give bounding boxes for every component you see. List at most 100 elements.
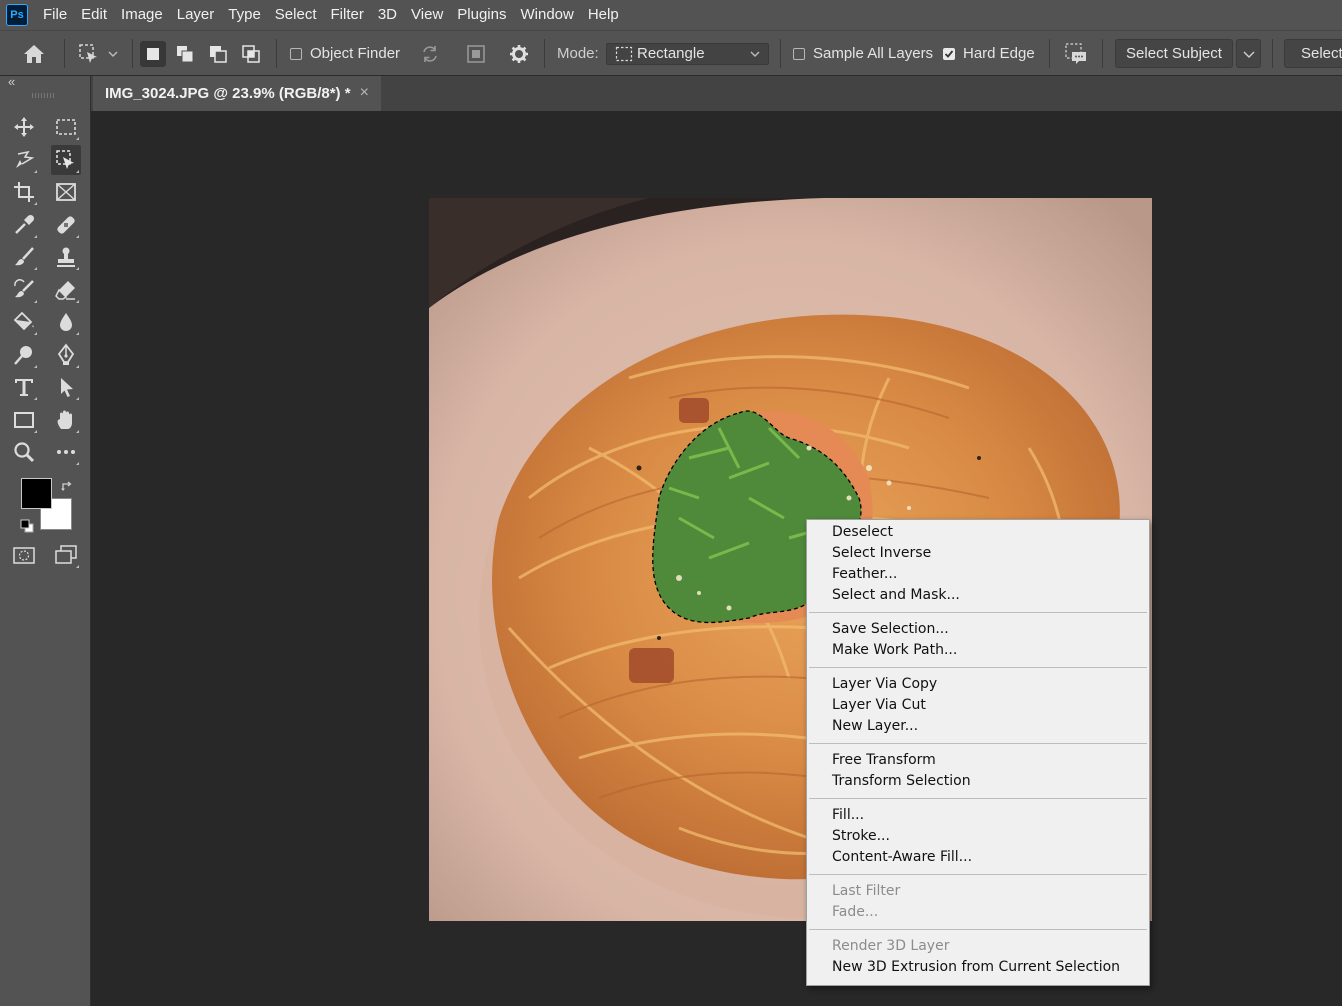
rect-marquee-tool[interactable]: [51, 112, 81, 142]
default-colors-button[interactable]: [20, 519, 34, 538]
object-selection-tool[interactable]: [51, 145, 81, 175]
paint-bucket-icon: [13, 311, 34, 331]
menu-image[interactable]: Image: [114, 0, 170, 30]
clone-stamp-icon: [57, 247, 75, 267]
pen-tool[interactable]: [51, 340, 81, 370]
swap-colors-button[interactable]: [61, 479, 73, 497]
menu-item-save-selection[interactable]: Save Selection...: [807, 619, 1149, 640]
history-brush-tool[interactable]: [9, 275, 39, 305]
select-subject-button[interactable]: Select Subject: [1115, 39, 1233, 68]
select-mask-button[interactable]: Select: [1284, 39, 1342, 68]
photoshop-logo-icon: Ps: [6, 4, 28, 26]
settings-button[interactable]: [509, 31, 529, 76]
object-selection-icon: [56, 150, 74, 169]
options-bar: Object Finder Mode: Rectangle Sample All…: [0, 30, 1342, 76]
eyedropper-tool[interactable]: [9, 210, 39, 240]
feedback-button[interactable]: [1064, 31, 1088, 76]
object-finder-toggle[interactable]: Object Finder: [290, 31, 400, 76]
sample-all-layers-toggle[interactable]: Sample All Layers: [793, 31, 933, 76]
menu-item-stroke[interactable]: Stroke...: [807, 826, 1149, 847]
hand-tool[interactable]: [51, 405, 81, 435]
clone-stamp-tool[interactable]: [51, 242, 81, 272]
healing-brush-tool[interactable]: [51, 210, 81, 240]
menu-item-deselect[interactable]: Deselect: [807, 522, 1149, 543]
sample-all-layers-checkbox[interactable]: [793, 47, 805, 60]
tool-flyout-indicator: [34, 202, 37, 205]
frame-tool[interactable]: [51, 177, 81, 207]
menu-item-new-layer[interactable]: New Layer...: [807, 716, 1149, 737]
menu-item-layer-via-copy[interactable]: Layer Via Copy: [807, 674, 1149, 695]
dodge-tool[interactable]: [9, 340, 39, 370]
quick-mask-button[interactable]: [9, 540, 39, 570]
brush-tool-icon: [15, 247, 34, 266]
move-tool[interactable]: [9, 112, 39, 142]
tool-preset-picker[interactable]: [78, 31, 118, 76]
type-tool[interactable]: [9, 372, 39, 402]
menu-item-make-work-path[interactable]: Make Work Path...: [807, 640, 1149, 661]
collapse-toolbox-button[interactable]: «: [8, 74, 15, 89]
lasso-tool[interactable]: [9, 145, 39, 175]
menu-separator: [809, 667, 1147, 668]
menu-edit[interactable]: Edit: [74, 0, 114, 30]
select-subject-options-button[interactable]: [1236, 39, 1261, 68]
menu-item-last-filter: Last Filter: [832, 883, 901, 899]
crop-tool[interactable]: [9, 177, 39, 207]
tool-flyout-indicator: [34, 365, 37, 368]
eraser-tool[interactable]: [51, 275, 81, 305]
more-tools-button[interactable]: [51, 437, 81, 467]
menu-item-layer-via-cut[interactable]: Layer Via Cut: [807, 695, 1149, 716]
document-tab-bar: IMG_3024.JPG @ 23.9% (RGB/8*) * ×: [91, 76, 1342, 111]
menu-item-free-transform[interactable]: Free Transform: [807, 750, 1149, 771]
foreground-color-swatch[interactable]: [21, 478, 52, 509]
blur-tool[interactable]: [51, 307, 81, 337]
menu-item-select-inverse[interactable]: Select Inverse: [807, 543, 1149, 564]
object-finder-checkbox[interactable]: [290, 47, 302, 60]
menu-bar: Ps File Edit Image Layer Type Select Fil…: [0, 0, 1342, 30]
menu-item-content-aware-fill[interactable]: Content-Aware Fill...: [807, 847, 1149, 868]
divider: [1102, 39, 1103, 68]
menu-file[interactable]: File: [36, 0, 74, 30]
intersect-selection-button[interactable]: [238, 41, 264, 67]
menu-select[interactable]: Select: [268, 0, 324, 30]
new-selection-button[interactable]: [140, 40, 166, 67]
rectangle-tool[interactable]: [9, 405, 39, 435]
tool-flyout-indicator: [76, 300, 79, 303]
mode-dropdown[interactable]: Rectangle: [606, 42, 769, 65]
tool-flyout-indicator: [76, 332, 79, 335]
eyedropper-icon: [15, 214, 35, 234]
toolbox-grip[interactable]: [32, 93, 56, 98]
show-all-objects-button[interactable]: [466, 31, 486, 76]
tool-flyout-indicator: [34, 267, 37, 270]
menu-help[interactable]: Help: [581, 0, 626, 30]
document-tab[interactable]: IMG_3024.JPG @ 23.9% (RGB/8*) * ×: [93, 76, 381, 111]
menu-window[interactable]: Window: [513, 0, 580, 30]
menu-separator: [809, 612, 1147, 613]
close-document-icon[interactable]: ×: [360, 84, 369, 102]
menu-filter[interactable]: Filter: [324, 0, 371, 30]
menu-layer[interactable]: Layer: [170, 0, 222, 30]
paint-bucket-tool[interactable]: [9, 307, 39, 337]
divider: [64, 39, 65, 68]
menu-item-transform-selection[interactable]: Transform Selection: [807, 771, 1149, 792]
menu-item-new-3d-extrusion[interactable]: New 3D Extrusion from Current Selection: [807, 957, 1149, 978]
hard-edge-checkbox[interactable]: [943, 47, 955, 60]
subtract-from-selection-button[interactable]: [205, 41, 231, 67]
zoom-tool[interactable]: [9, 437, 39, 467]
screen-mode-button[interactable]: [51, 540, 81, 570]
hard-edge-toggle[interactable]: Hard Edge: [943, 31, 1035, 76]
crop-tool-icon: [14, 182, 34, 202]
menu-item-fill[interactable]: Fill...: [807, 805, 1149, 826]
menu-item-select-and-mask[interactable]: Select and Mask...: [807, 585, 1149, 606]
blur-drop-icon: [60, 313, 72, 331]
menu-item-feather[interactable]: Feather...: [807, 564, 1149, 585]
home-button[interactable]: [22, 31, 46, 76]
path-selection-tool[interactable]: [51, 372, 81, 402]
refresh-object-finder-button[interactable]: [420, 31, 440, 76]
menu-3d[interactable]: 3D: [371, 0, 404, 30]
menu-type[interactable]: Type: [221, 0, 268, 30]
menu-plugins[interactable]: Plugins: [450, 0, 513, 30]
brush-tool[interactable]: [9, 242, 39, 272]
menu-view[interactable]: View: [404, 0, 450, 30]
add-to-selection-button[interactable]: [172, 41, 198, 67]
hard-edge-label: Hard Edge: [963, 45, 1035, 62]
